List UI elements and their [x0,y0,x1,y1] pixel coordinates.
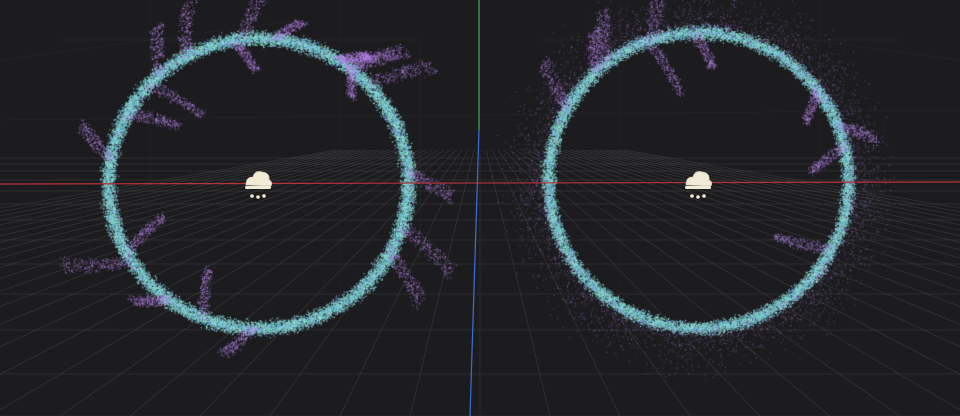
emitter-left[interactable] [241,167,275,203]
world-axes [0,0,960,416]
emitter-right[interactable] [681,167,715,203]
x-axis-line [0,181,960,185]
3d-viewport[interactable] [0,0,960,416]
particle-emitter-icon [685,171,713,199]
z-axis-line [469,129,480,416]
particle-emitter-icon [245,171,273,199]
